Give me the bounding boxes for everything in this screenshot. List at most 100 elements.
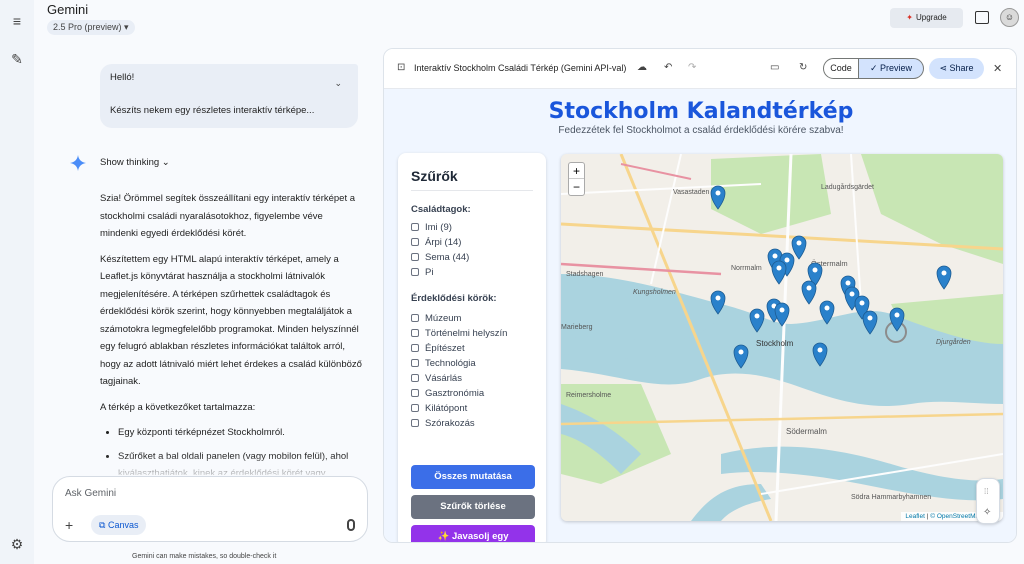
map-marker-dot [849,291,855,297]
leaflet-map[interactable]: Vasastaden Norrmalm Östermalm Stockholm … [561,154,1003,521]
settings-gear-icon[interactable]: ⚙ [8,535,26,553]
response-paragraph: A térkép a következőket tartalmazza: [100,401,256,413]
map-marker-dot [845,280,851,286]
response-paragraph: Készítettem egy HTML alapú interaktív té… [100,253,362,388]
interests-label: Érdeklődési körök: [411,293,497,304]
map-marker-dot [772,253,778,259]
show-thinking-label: Show thinking [100,157,160,168]
canvas-chip[interactable]: ⧉ Canvas [91,515,147,535]
user-message: Helló! Készíts nekem egy részletes inter… [100,64,358,128]
user-message-line2: Készíts nekem egy részletes interaktív t… [110,105,315,116]
leaflet-link[interactable]: Leaflet [905,513,925,520]
assistant-response: Szia! Örömmel segítek összeállítani egy … [100,190,362,475]
family-checkbox[interactable]: Árpi (14) [411,237,461,249]
family-checkbox[interactable]: Imi (9) [411,222,452,234]
model-selector[interactable]: 2.5 Pro (preview) ▾ [47,20,135,35]
gift-icon[interactable] [975,11,989,24]
map-marker-dot [824,305,830,311]
map-label: Djurgården [936,338,971,346]
map-marker-dot [941,270,947,276]
map-marker-dot [754,313,760,319]
interest-checkbox[interactable]: Építészet [411,343,465,355]
user-message-line1: Helló! [110,72,135,83]
interest-checkbox[interactable]: Múzeum [411,313,461,325]
map-marker-dot [812,267,818,273]
interest-checkbox[interactable]: Gasztronómia [411,388,484,400]
map-marker-dot [715,295,721,301]
show-all-button[interactable]: Összes mutatása [411,465,535,489]
interest-checkbox[interactable]: Vásárlás [411,373,462,385]
family-label: Családtagok: [411,204,471,215]
prompt-box[interactable]: Ask Gemini + ⧉ Canvas [52,476,368,542]
canvas-icon: ⧉ [99,520,106,530]
map-label: Stadshagen [566,271,603,278]
prompt-input[interactable]: Ask Gemini [65,488,116,499]
expand-chevron-icon[interactable]: ⌄ [334,78,342,89]
map-marker-dot [776,265,782,271]
map-label: Vasastaden [673,189,710,196]
map-marker-dot [806,285,812,291]
clear-filters-button[interactable]: Szűrők törlése [411,495,535,519]
map-label: Norrmalm [731,265,762,272]
suggest-button[interactable]: ✨ Javasolj egy [411,525,535,542]
interest-checkbox[interactable]: Kilátópont [411,403,467,415]
console-icon[interactable]: ▭ [770,62,779,73]
family-checkbox[interactable]: Pi [411,267,433,279]
upgrade-button[interactable]: ✦ Upgrade [890,8,963,28]
menu-icon[interactable]: ≡ [8,12,26,30]
close-icon[interactable]: ✕ [993,62,1002,75]
map-marker-dot [784,257,790,263]
share-button[interactable]: ⋖ Share [929,58,984,79]
share-icon: ⋖ [939,63,947,73]
interest-checkbox[interactable]: Technológia [411,358,476,370]
map-label: Ladugårdsgärdet [821,183,874,191]
page-subtitle: Fedezzétek fel Stockholmot a család érde… [558,125,844,136]
document-icon: ⊡ [397,62,406,73]
floating-tools[interactable]: ⁞⁞ ✧ [976,478,1000,524]
cloud-icon[interactable]: ☁ [637,62,647,73]
avatar[interactable]: ☺ [1000,8,1019,27]
family-checkbox[interactable]: Sema (44) [411,252,469,264]
filters-title: Szűrők [411,168,458,184]
canvas-header: ⊡ Interaktív Stockholm Családi Térkép (G… [384,49,1016,89]
refresh-icon[interactable]: ↻ [799,62,807,73]
response-paragraph: Szia! Örömmel segítek összeállítani egy … [100,193,356,239]
share-label: Share [949,63,974,73]
divider [411,190,533,191]
magic-sparkle-icon[interactable]: ✧ [983,507,991,518]
map-label: Kungsholmen [633,289,676,296]
upgrade-label: Upgrade [916,13,947,22]
redo-icon[interactable]: ↷ [688,62,696,73]
map-marker-dot [867,315,873,321]
map-label: Marieberg [561,324,593,331]
canvas-label: Canvas [107,520,139,530]
zoom-out-button[interactable]: − [569,179,584,195]
map-label: Stockholm [756,339,794,348]
code-tab[interactable]: Code [823,58,859,79]
zoom-control[interactable]: + − [568,162,585,196]
map-label: Reimersholme [566,392,611,399]
map-marker-dot [715,190,721,196]
map-label: Södermalm [786,427,827,436]
map-marker-dot [738,349,744,355]
show-thinking-toggle[interactable]: Show thinking ⌄ [100,157,170,168]
undo-icon[interactable]: ↶ [664,62,672,73]
sparkle-icon: ✦ [906,13,913,22]
drag-handle-icon[interactable]: ⁞⁞ [984,487,988,496]
zoom-in-button[interactable]: + [569,163,584,179]
map-marker-dot [894,312,900,318]
microphone-icon[interactable] [347,519,355,531]
gemini-sparkle-icon [70,155,86,171]
preview-content: Stockholm Kalandtérkép Fedezzétek fel St… [384,89,1016,542]
gemini-app: ≡ ✎ ⚙ Gemini 2.5 Pro (preview) ▾ ✦ Upgrad… [0,0,1024,564]
new-chat-icon[interactable]: ✎ [8,50,26,68]
map-marker-dot [859,300,865,306]
app-title: Gemini [47,2,89,17]
add-icon[interactable]: + [65,517,73,533]
filters-panel: Szűrők Családtagok: Imi (9) Árpi (14) Se… [398,153,546,542]
interest-checkbox[interactable]: Szórakozás [411,418,475,430]
interest-checkbox[interactable]: Történelmi helyszín [411,328,507,340]
disclaimer: Gemini can make mistakes, so double-chec… [132,553,277,560]
map-marker-dot [779,307,785,313]
preview-tab[interactable]: ✓ Preview [859,58,924,79]
